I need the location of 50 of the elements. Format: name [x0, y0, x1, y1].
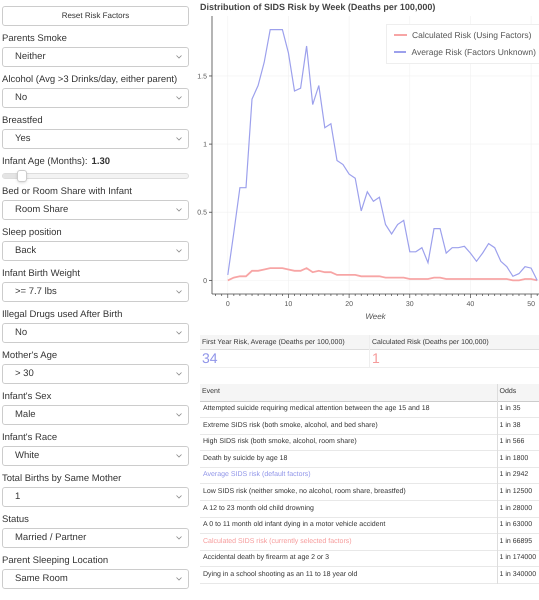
chevron-icon — [176, 290, 182, 294]
chevron-icon — [176, 249, 182, 253]
age-slider[interactable] — [2, 173, 189, 179]
field-label: Bed or Room Share with Infant — [2, 186, 133, 198]
dropdown[interactable]: Neither — [2, 47, 189, 67]
summary-value: 1 — [370, 350, 539, 368]
chevron-icon — [176, 372, 182, 376]
dropdown[interactable]: > 30 — [2, 364, 189, 384]
dropdown[interactable]: Male — [2, 405, 189, 425]
chevron-icon — [176, 137, 182, 141]
slider-value: 1.30 — [92, 156, 110, 168]
slider-thumb[interactable] — [16, 170, 26, 182]
field-label: Status — [2, 514, 30, 526]
field-label: Parents Smoke — [2, 33, 68, 45]
x-axis-title: Week — [365, 312, 386, 321]
chevron-icon — [176, 536, 182, 540]
chevron-icon — [176, 577, 182, 581]
field-label: Breastfed — [2, 115, 44, 127]
dropdown[interactable]: No — [2, 323, 189, 343]
dropdown[interactable]: >= 7.7 lbs — [2, 282, 189, 302]
chevron-icon — [176, 208, 182, 212]
summary-value: 34 — [200, 350, 369, 368]
slider-label: Infant Age (Months): — [2, 156, 88, 168]
field-label: Illegal Drugs used After Birth — [2, 309, 124, 321]
chevron-icon — [176, 96, 182, 100]
dropdown[interactable]: No — [2, 88, 189, 108]
dropdown[interactable]: White — [2, 446, 189, 466]
dropdown[interactable]: Back — [2, 241, 189, 261]
chevron-icon — [176, 454, 182, 458]
field-label: Parent Sleeping Location — [2, 555, 110, 567]
field-label: Infant's Race — [2, 432, 58, 444]
chevron-icon — [176, 495, 182, 499]
legend-label: Calculated Risk (Using Factors) — [412, 29, 532, 42]
field-label: Infant Birth Weight — [2, 268, 81, 280]
reset-button[interactable]: Reset Risk Factors — [2, 6, 189, 26]
dropdown[interactable]: Same Room — [2, 569, 189, 589]
field-label: Sleep position — [2, 227, 63, 239]
dropdown[interactable]: Yes — [2, 129, 189, 149]
dropdown[interactable]: Room Share — [2, 200, 189, 220]
field-label: Infant's Sex — [2, 391, 52, 403]
chevron-icon — [176, 413, 182, 417]
field-label: Mother's Age — [2, 350, 58, 362]
chevron-icon — [176, 55, 182, 59]
field-label: Alcohol (Avg >3 Drinks/day, either parent) — [2, 74, 178, 86]
field-label: Total Births by Same Mother — [2, 473, 122, 485]
dropdown[interactable]: Married / Partner — [2, 528, 189, 548]
chevron-icon — [176, 331, 182, 335]
chart-title: Distribution of SIDS Risk by Week (Deaths per 100,000) — [200, 1, 436, 14]
legend-label: Average Risk (Factors Unknown) — [411, 46, 536, 58]
dropdown[interactable]: 1 — [2, 487, 189, 507]
